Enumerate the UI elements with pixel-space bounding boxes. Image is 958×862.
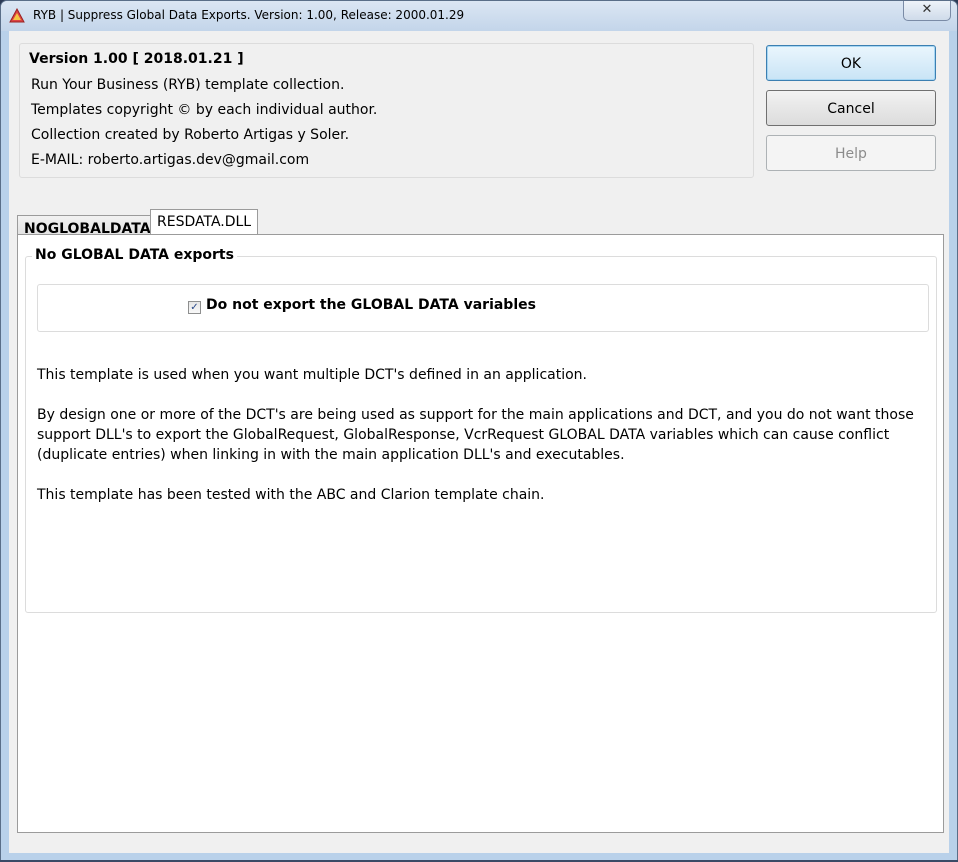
- description-paragraph-2-line-2: support DLL's to export the GlobalReques…: [37, 427, 890, 443]
- close-icon: ✕: [921, 2, 933, 17]
- info-line-author: Collection created by Roberto Artigas y …: [31, 127, 350, 143]
- window-title: RYB | Suppress Global Data Exports. Vers…: [33, 8, 465, 22]
- app-logo-icon: [9, 7, 25, 24]
- description-paragraph-3: This template has been tested with the A…: [37, 487, 545, 503]
- info-line-email: E-MAIL: roberto.artigas.dev@gmail.com: [31, 152, 310, 168]
- version-label: Version 1.00 [ 2018.01.21 ]: [29, 51, 244, 67]
- version-info-group: Version 1.00 [ 2018.01.21 ] Run Your Bus…: [19, 43, 754, 178]
- ok-button[interactable]: OK: [766, 45, 936, 81]
- no-global-data-group: No GLOBAL DATA exports ✓ Do not export t…: [25, 247, 937, 613]
- dialog-client-area: Version 1.00 [ 2018.01.21 ] Run Your Bus…: [9, 31, 949, 853]
- checkbox-container: ✓ Do not export the GLOBAL DATA variable…: [37, 284, 929, 332]
- do-not-export-label[interactable]: Do not export the GLOBAL DATA variables: [206, 297, 536, 313]
- checkmark-icon: ✓: [190, 302, 199, 313]
- tab-resdata-dll[interactable]: RESDATA.DLL: [150, 209, 259, 234]
- description-paragraph-2-line-3: (duplicate entries) when linking in with…: [37, 447, 625, 463]
- close-button[interactable]: ✕: [903, 1, 951, 21]
- tab-panel: No GLOBAL DATA exports ✓ Do not export t…: [17, 234, 944, 833]
- description-paragraph-2-line-1: By design one or more of the DCT's are b…: [37, 407, 914, 423]
- help-button[interactable]: Help: [766, 135, 936, 171]
- group-title: No GLOBAL DATA exports: [32, 247, 237, 263]
- info-line-collection: Run Your Business (RYB) template collect…: [31, 77, 345, 93]
- do-not-export-checkbox[interactable]: ✓: [188, 301, 201, 314]
- title-bar[interactable]: RYB | Suppress Global Data Exports. Vers…: [1, 1, 957, 31]
- cancel-button[interactable]: Cancel: [766, 90, 936, 126]
- description-paragraph-1: This template is used when you want mult…: [37, 367, 587, 383]
- dialog-window: RYB | Suppress Global Data Exports. Vers…: [0, 0, 958, 862]
- info-line-copyright: Templates copyright © by each individual…: [31, 102, 378, 118]
